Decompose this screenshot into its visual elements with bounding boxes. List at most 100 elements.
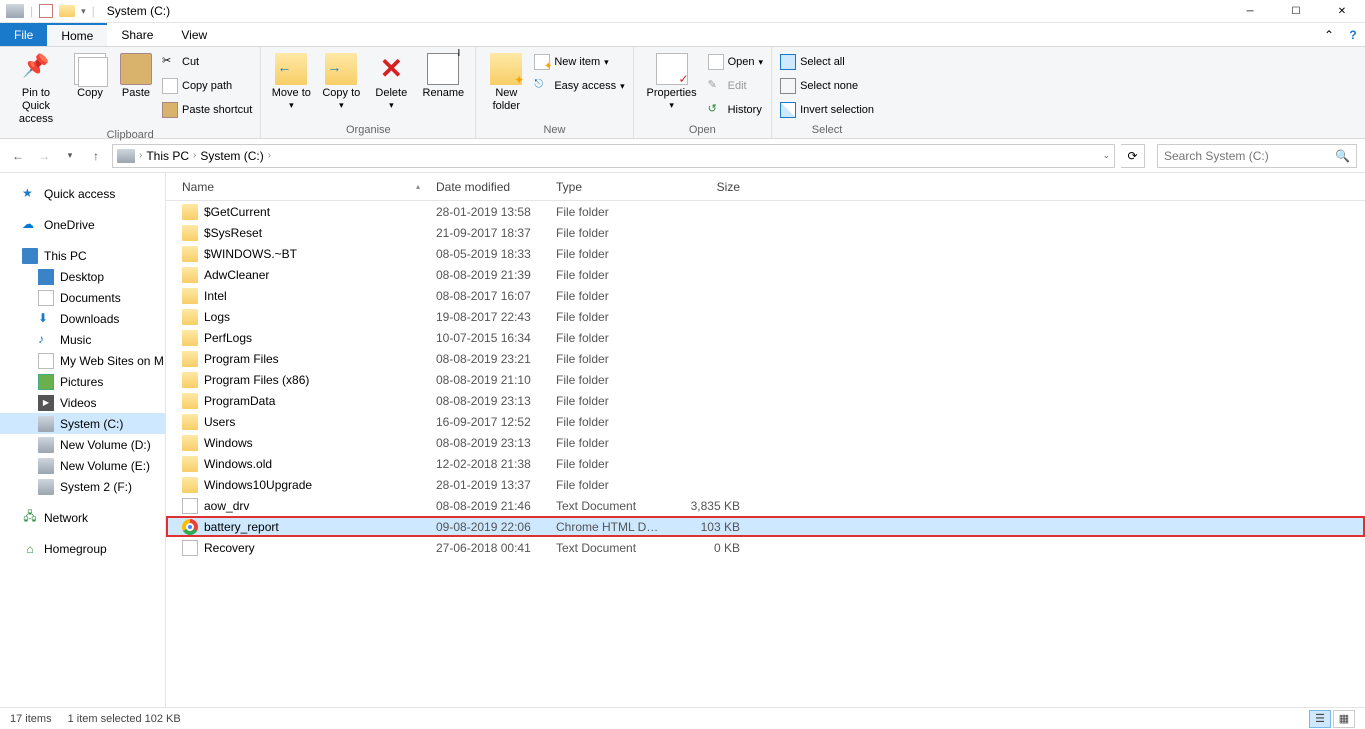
file-row[interactable]: PerfLogs10-07-2015 16:34File folder bbox=[166, 327, 1365, 348]
refresh-button[interactable]: ⟳ bbox=[1121, 144, 1145, 168]
column-date[interactable]: Date modified bbox=[428, 173, 548, 200]
nav-system-2-f[interactable]: System 2 (F:) bbox=[0, 476, 165, 497]
pin-to-quick-access-button[interactable]: 📌 Pin to Quick access bbox=[8, 51, 64, 127]
tab-share[interactable]: Share bbox=[107, 23, 167, 46]
qat-sep: | bbox=[30, 4, 33, 18]
nav-pictures[interactable]: Pictures bbox=[0, 371, 165, 392]
view-large-icons-button[interactable]: ▦ bbox=[1333, 710, 1355, 728]
navigation-pane[interactable]: ★Quick access ☁OneDrive This PC Desktop … bbox=[0, 173, 166, 707]
invert-selection-button[interactable]: Invert selection bbox=[780, 99, 874, 121]
nav-network[interactable]: 🖧Network bbox=[0, 507, 165, 528]
view-details-button[interactable]: ☰ bbox=[1309, 710, 1331, 728]
file-row[interactable]: Windows.old12-02-2018 21:38File folder bbox=[166, 453, 1365, 474]
search-box[interactable]: 🔍 bbox=[1157, 144, 1357, 168]
move-to-button[interactable]: ← Move to bbox=[269, 51, 313, 111]
copy-button[interactable]: Copy bbox=[70, 51, 110, 100]
breadcrumb-dropdown-icon[interactable]: ⌄ bbox=[1102, 150, 1110, 161]
file-row[interactable]: Recovery27-06-2018 00:41Text Document0 K… bbox=[166, 537, 1365, 558]
new-item-button[interactable]: ✦New item bbox=[534, 51, 624, 73]
file-row[interactable]: $GetCurrent28-01-2019 13:58File folder bbox=[166, 201, 1365, 222]
file-name: AdwCleaner bbox=[204, 268, 269, 282]
new-folder-button[interactable]: ✦ New folder bbox=[484, 51, 528, 113]
nav-this-pc[interactable]: This PC bbox=[0, 245, 165, 266]
copy-to-button[interactable]: → Copy to bbox=[319, 51, 363, 111]
qat-newfolder-icon[interactable] bbox=[59, 5, 75, 17]
nav-system-c[interactable]: System (C:) bbox=[0, 413, 165, 434]
crumb-this-pc[interactable]: This PC bbox=[146, 149, 189, 163]
rename-button[interactable]: I Rename bbox=[419, 51, 467, 100]
nav-music[interactable]: ♪Music bbox=[0, 329, 165, 350]
file-row[interactable]: Windows10Upgrade28-01-2019 13:37File fol… bbox=[166, 474, 1365, 495]
chevron-right-icon[interactable]: › bbox=[139, 150, 142, 161]
qat-dropdown-icon[interactable]: ▾ bbox=[81, 6, 86, 17]
nav-my-web-sites[interactable]: My Web Sites on M bbox=[0, 350, 165, 371]
file-row[interactable]: battery_report09-08-2019 22:06Chrome HTM… bbox=[166, 516, 1365, 537]
nav-new-volume-e[interactable]: New Volume (E:) bbox=[0, 455, 165, 476]
up-button[interactable]: ↑ bbox=[86, 146, 106, 166]
close-button[interactable]: ✕ bbox=[1319, 0, 1365, 23]
file-name: Windows.old bbox=[204, 457, 272, 471]
file-type: File folder bbox=[548, 331, 670, 345]
nav-new-volume-d[interactable]: New Volume (D:) bbox=[0, 434, 165, 455]
chevron-right-icon[interactable]: › bbox=[193, 150, 196, 161]
file-rows: $GetCurrent28-01-2019 13:58File folder$S… bbox=[166, 201, 1365, 558]
delete-button[interactable]: ✕ Delete bbox=[369, 51, 413, 111]
help-icon[interactable]: ? bbox=[1341, 23, 1365, 46]
nav-documents[interactable]: Documents bbox=[0, 287, 165, 308]
chevron-right-icon[interactable]: › bbox=[268, 150, 271, 161]
qat-properties-icon[interactable] bbox=[39, 4, 53, 18]
back-button[interactable]: ← bbox=[8, 146, 28, 166]
search-input[interactable] bbox=[1164, 149, 1335, 163]
paste-shortcut-button[interactable]: Paste shortcut bbox=[162, 99, 252, 121]
select-none-button[interactable]: Select none bbox=[780, 75, 874, 97]
nav-downloads[interactable]: ⬇Downloads bbox=[0, 308, 165, 329]
nav-quick-access[interactable]: ★Quick access bbox=[0, 183, 165, 204]
file-row[interactable]: Intel08-08-2017 16:07File folder bbox=[166, 285, 1365, 306]
column-name[interactable]: Name bbox=[174, 173, 428, 200]
file-type: File folder bbox=[548, 289, 670, 303]
file-date: 08-08-2019 21:39 bbox=[428, 268, 548, 282]
file-row[interactable]: Logs19-08-2017 22:43File folder bbox=[166, 306, 1365, 327]
file-row[interactable]: Windows08-08-2019 23:13File folder bbox=[166, 432, 1365, 453]
nav-homegroup[interactable]: ⌂Homegroup bbox=[0, 538, 165, 559]
tab-file[interactable]: File bbox=[0, 23, 47, 46]
file-type: File folder bbox=[548, 226, 670, 240]
file-row[interactable]: $WINDOWS.~BT08-05-2019 18:33File folder bbox=[166, 243, 1365, 264]
breadcrumb[interactable]: › This PC › System (C:) › ⌄ bbox=[112, 144, 1115, 168]
history-button[interactable]: ↺History bbox=[708, 99, 763, 121]
file-row[interactable]: AdwCleaner 08-08-2019 21:39File folder bbox=[166, 264, 1365, 285]
file-row[interactable]: $SysReset21-09-2017 18:37File folder bbox=[166, 222, 1365, 243]
group-open-label: Open bbox=[642, 122, 763, 136]
file-row[interactable]: ProgramData08-08-2019 23:13File folder bbox=[166, 390, 1365, 411]
nav-onedrive[interactable]: ☁OneDrive bbox=[0, 214, 165, 235]
cut-button[interactable]: ✂Cut bbox=[162, 51, 252, 73]
file-type: File folder bbox=[548, 268, 670, 282]
forward-button[interactable]: → bbox=[34, 146, 54, 166]
file-date: 21-09-2017 18:37 bbox=[428, 226, 548, 240]
column-size[interactable]: Size bbox=[670, 173, 748, 200]
paste-button[interactable]: Paste bbox=[116, 51, 156, 100]
folder-icon bbox=[182, 267, 198, 283]
file-row[interactable]: Program Files (x86)08-08-2019 21:10File … bbox=[166, 369, 1365, 390]
ribbon-collapse-icon[interactable]: ⌃ bbox=[1317, 23, 1341, 46]
tab-view[interactable]: View bbox=[167, 23, 221, 46]
tab-home[interactable]: Home bbox=[47, 23, 107, 46]
column-type[interactable]: Type bbox=[548, 173, 670, 200]
open-button[interactable]: Open bbox=[708, 51, 763, 73]
paste-icon bbox=[120, 53, 152, 85]
easy-access-button[interactable]: ⎋Easy access bbox=[534, 75, 624, 97]
crumb-system-c[interactable]: System (C:) bbox=[200, 149, 263, 163]
select-all-button[interactable]: Select all bbox=[780, 51, 874, 73]
properties-button[interactable]: ✓ Properties bbox=[642, 51, 702, 111]
file-type: File folder bbox=[548, 478, 670, 492]
file-row[interactable]: Users16-09-2017 12:52File folder bbox=[166, 411, 1365, 432]
file-row[interactable]: aow_drv08-08-2019 21:46Text Document3,83… bbox=[166, 495, 1365, 516]
file-row[interactable]: Program Files08-08-2019 23:21File folder bbox=[166, 348, 1365, 369]
copy-path-button[interactable]: Copy path bbox=[162, 75, 252, 97]
recent-dropdown[interactable]: ▾ bbox=[60, 146, 80, 166]
nav-desktop[interactable]: Desktop bbox=[0, 266, 165, 287]
edit-button[interactable]: ✎Edit bbox=[708, 75, 763, 97]
nav-videos[interactable]: ▶Videos bbox=[0, 392, 165, 413]
maximize-button[interactable]: ☐ bbox=[1273, 0, 1319, 23]
minimize-button[interactable]: ─ bbox=[1227, 0, 1273, 23]
